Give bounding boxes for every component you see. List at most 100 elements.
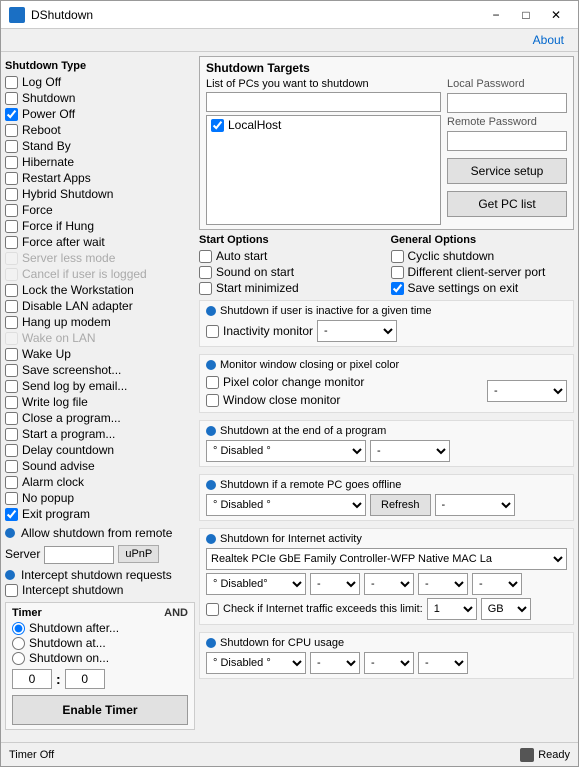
- forceifhung-checkbox[interactable]: [5, 220, 18, 233]
- endofprogram-select2[interactable]: -: [370, 440, 450, 462]
- timer-minutes-input[interactable]: [65, 669, 105, 689]
- cb-startminimized: Start minimized: [199, 280, 383, 296]
- restartapps-label: Restart Apps: [22, 171, 91, 185]
- checkbox-delaycountdown: Delay countdown: [5, 442, 195, 458]
- title-bar: DShutdown − □ ✕: [1, 1, 578, 29]
- nopopup-checkbox[interactable]: [5, 492, 18, 505]
- internet-select2[interactable]: -: [310, 573, 360, 595]
- cond-internet-dot: [206, 534, 216, 544]
- checkbox-force: Force: [5, 202, 195, 218]
- checkbox-hangupmodem: Hang up modem: [5, 314, 195, 330]
- timer-header: Timer AND: [12, 607, 188, 619]
- cpu-select2[interactable]: -: [310, 652, 360, 674]
- maximize-button[interactable]: □: [512, 5, 540, 25]
- savesettings-checkbox[interactable]: [391, 282, 404, 295]
- writelog-checkbox[interactable]: [5, 396, 18, 409]
- local-password-input[interactable]: [447, 93, 567, 113]
- cpu-select3[interactable]: -: [364, 652, 414, 674]
- endofprogram-select1[interactable]: ° Disabled °: [206, 440, 366, 462]
- startprogram-checkbox[interactable]: [5, 428, 18, 441]
- internet-select3[interactable]: -: [364, 573, 414, 595]
- exitprogram-checkbox[interactable]: [5, 508, 18, 521]
- shutdown-after-radio[interactable]: [12, 622, 25, 635]
- interceptshutdown-checkbox[interactable]: [5, 584, 18, 597]
- shutdown-on-radio[interactable]: [12, 652, 25, 665]
- cb-cyclicshutdown: Cyclic shutdown: [391, 248, 575, 264]
- internet-limit-label: Check if Internet traffic exceeds this l…: [223, 603, 423, 615]
- about-link[interactable]: About: [527, 31, 570, 49]
- monitor-select[interactable]: -: [487, 380, 567, 402]
- internet-limit-value[interactable]: 1: [427, 598, 477, 620]
- intercept-row: Intercept shutdown requests: [5, 568, 195, 582]
- right-panel: Shutdown Targets List of PCs you want to…: [199, 56, 574, 738]
- delaycountdown-checkbox[interactable]: [5, 444, 18, 457]
- cpu-select1[interactable]: ° Disabled °: [206, 652, 306, 674]
- alarmclock-checkbox[interactable]: [5, 476, 18, 489]
- internet-select1[interactable]: ° Disabled°: [206, 573, 306, 595]
- startminimized-checkbox[interactable]: [199, 282, 212, 295]
- internet-limit-checkbox[interactable]: [206, 603, 219, 616]
- wakeonlan-checkbox: [5, 332, 18, 345]
- menu-bar: About: [1, 29, 578, 52]
- pc-listbox[interactable]: LocalHost: [206, 115, 441, 225]
- disablelan-checkbox[interactable]: [5, 300, 18, 313]
- savescreenshot-label: Save screenshot...: [22, 363, 121, 377]
- server-input[interactable]: [44, 546, 114, 564]
- savescreenshot-checkbox[interactable]: [5, 364, 18, 377]
- internet-unit-select[interactable]: GB: [481, 598, 531, 620]
- upnp-button[interactable]: uPnP: [118, 545, 159, 563]
- internet-select4[interactable]: -: [418, 573, 468, 595]
- allow-shutdown-row: Allow shutdown from remote: [5, 526, 195, 540]
- reboot-checkbox[interactable]: [5, 124, 18, 137]
- cond-remoteoffline: Shutdown if a remote PC goes offline ° D…: [199, 474, 574, 521]
- autostart-checkbox[interactable]: [199, 250, 212, 263]
- shutdown-checkbox[interactable]: [5, 92, 18, 105]
- service-setup-button[interactable]: Service setup: [447, 158, 567, 184]
- localhost-checkbox[interactable]: [211, 119, 224, 132]
- standby-label: Stand By: [22, 139, 71, 153]
- diffclientserver-checkbox[interactable]: [391, 266, 404, 279]
- cond-endofprogram: Shutdown at the end of a program ° Disab…: [199, 420, 574, 467]
- inactivity-checkbox[interactable]: [206, 325, 219, 338]
- pc-input[interactable]: [206, 92, 441, 112]
- lockworkstation-checkbox[interactable]: [5, 284, 18, 297]
- forceafterwait-checkbox[interactable]: [5, 236, 18, 249]
- soundadvise-checkbox[interactable]: [5, 460, 18, 473]
- remoteoffline-select1[interactable]: ° Disabled °: [206, 494, 366, 516]
- cyclicshutdown-checkbox[interactable]: [391, 250, 404, 263]
- get-pc-list-button[interactable]: Get PC list: [447, 191, 567, 217]
- timer-hours-input[interactable]: [12, 669, 52, 689]
- sendlog-checkbox[interactable]: [5, 380, 18, 393]
- refresh-button[interactable]: Refresh: [370, 494, 431, 516]
- net-adapter-select[interactable]: Realtek PCIe GbE Family Controller-WFP N…: [206, 548, 567, 570]
- password-area: Local Password Remote Password Service s…: [447, 78, 567, 225]
- shutdown-at-radio[interactable]: [12, 637, 25, 650]
- startprogram-label: Start a program...: [22, 427, 115, 441]
- interceptshutdown-label: Intercept shutdown: [22, 583, 123, 597]
- hibernate-checkbox[interactable]: [5, 156, 18, 169]
- cpu-select4[interactable]: -: [418, 652, 468, 674]
- hangupmodem-checkbox[interactable]: [5, 316, 18, 329]
- restartapps-checkbox[interactable]: [5, 172, 18, 185]
- windowclose-checkbox[interactable]: [206, 394, 219, 407]
- wakeup-checkbox[interactable]: [5, 348, 18, 361]
- pixelcolor-checkbox[interactable]: [206, 376, 219, 389]
- remote-password-input[interactable]: [447, 131, 567, 151]
- close-button[interactable]: ✕: [542, 5, 570, 25]
- enable-timer-button[interactable]: Enable Timer: [12, 695, 188, 725]
- allow-shutdown-dot: [5, 528, 15, 538]
- standby-checkbox[interactable]: [5, 140, 18, 153]
- logoff-checkbox[interactable]: [5, 76, 18, 89]
- closeprogram-checkbox[interactable]: [5, 412, 18, 425]
- poweroff-checkbox[interactable]: [5, 108, 18, 121]
- inactivity-select[interactable]: -: [317, 320, 397, 342]
- internet-select5[interactable]: -: [472, 573, 522, 595]
- closeprogram-label: Close a program...: [22, 411, 121, 425]
- exitprogram-label: Exit program: [22, 507, 90, 521]
- soundonstart-checkbox[interactable]: [199, 266, 212, 279]
- hybridshutdown-checkbox[interactable]: [5, 188, 18, 201]
- minimize-button[interactable]: −: [482, 5, 510, 25]
- wakeonlan-label: Wake on LAN: [22, 331, 96, 345]
- remoteoffline-select2[interactable]: -: [435, 494, 515, 516]
- force-checkbox[interactable]: [5, 204, 18, 217]
